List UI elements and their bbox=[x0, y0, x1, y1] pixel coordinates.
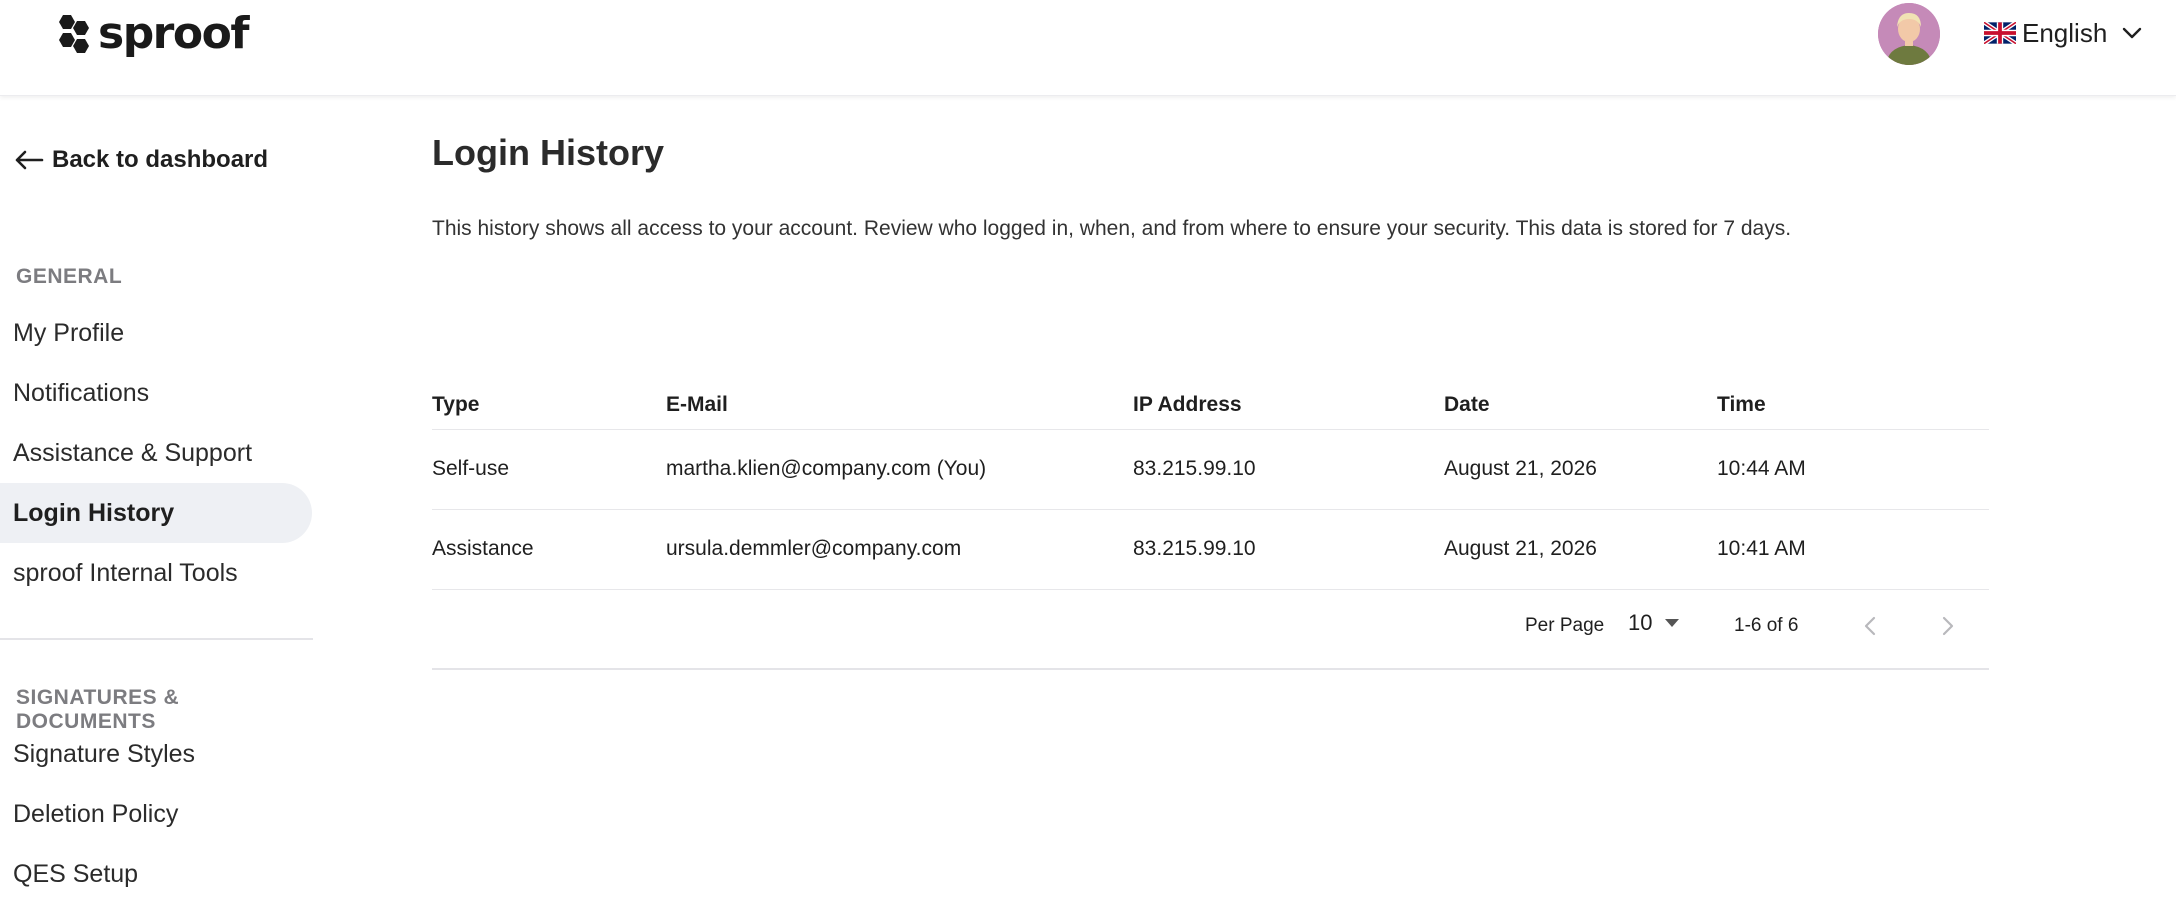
sidebar-item-deletion-policy[interactable]: Deletion Policy bbox=[0, 784, 312, 844]
table-row: Self-use martha.klien@company.com (You) … bbox=[432, 430, 1989, 510]
section-heading-general: GENERAL bbox=[16, 265, 123, 288]
login-history-table: Type E-Mail IP Address Date Time Self-us… bbox=[432, 376, 1989, 670]
user-avatar[interactable] bbox=[1878, 3, 1940, 65]
avatar-portrait-icon bbox=[1878, 3, 1940, 65]
sidebar-item-notifications[interactable]: Notifications bbox=[0, 363, 312, 423]
table-pagination: Per Page 10 1-6 of 6 bbox=[432, 590, 1989, 670]
page-description: This history shows all access to your ac… bbox=[432, 217, 1792, 240]
sidebar-item-assistance-support[interactable]: Assistance & Support bbox=[0, 423, 312, 483]
column-header-type[interactable]: Type bbox=[432, 393, 479, 417]
sidebar-item-signature-styles[interactable]: Signature Styles bbox=[0, 724, 312, 784]
back-to-dashboard-link[interactable]: Back to dashboard bbox=[14, 146, 268, 174]
cell-ip-address: 83.215.99.10 bbox=[1133, 457, 1256, 480]
per-page-value: 10 bbox=[1628, 610, 1653, 635]
cell-date: August 21, 2026 bbox=[1444, 537, 1597, 560]
sidebar-item-qes-setup[interactable]: QES Setup bbox=[0, 844, 312, 904]
caret-down-icon bbox=[1665, 619, 1680, 627]
cell-email: martha.klien@company.com (You) bbox=[666, 457, 987, 480]
column-header-ip-address[interactable]: IP Address bbox=[1133, 393, 1242, 417]
previous-page-button[interactable] bbox=[1852, 608, 1888, 644]
sproof-logo-mark-icon bbox=[59, 15, 89, 53]
top-bar: sproof English bbox=[0, 0, 2176, 96]
language-selector[interactable]: English bbox=[1984, 14, 2143, 52]
cell-email: ursula.demmler@company.com bbox=[666, 537, 962, 560]
table-header: Type E-Mail IP Address Date Time bbox=[432, 376, 1989, 430]
arrow-left-icon bbox=[15, 150, 44, 170]
uk-flag-icon bbox=[1984, 22, 2016, 44]
sidebar-item-sproof-internal-tools[interactable]: sproof Internal Tools bbox=[0, 543, 312, 603]
column-header-date[interactable]: Date bbox=[1444, 393, 1490, 417]
cell-ip-address: 83.215.99.10 bbox=[1133, 537, 1256, 560]
sidebar-divider bbox=[0, 638, 313, 640]
chevron-down-icon bbox=[2123, 27, 2142, 39]
cell-time: 10:41 AM bbox=[1717, 537, 1806, 560]
brand-name: sproof bbox=[98, 8, 249, 59]
cell-date: August 21, 2026 bbox=[1444, 457, 1597, 480]
cell-time: 10:44 AM bbox=[1717, 457, 1806, 480]
sidebar-item-my-profile[interactable]: My Profile bbox=[0, 303, 312, 363]
page-range-label: 1-6 of 6 bbox=[1734, 615, 1799, 636]
column-header-time[interactable]: Time bbox=[1717, 393, 1766, 417]
settings-sidebar: Back to dashboard GENERAL My Profile Not… bbox=[0, 96, 314, 922]
per-page-select[interactable]: 10 bbox=[1628, 610, 1680, 636]
table-row: Assistance ursula.demmler@company.com 83… bbox=[432, 510, 1989, 590]
chevron-right-icon bbox=[1942, 616, 1954, 636]
sidebar-item-login-history[interactable]: Login History bbox=[0, 483, 312, 543]
cell-type: Self-use bbox=[432, 457, 510, 480]
per-page-label: Per Page bbox=[1525, 615, 1605, 636]
cell-type: Assistance bbox=[432, 537, 534, 560]
page-title: Login History bbox=[432, 132, 664, 173]
back-label: Back to dashboard bbox=[52, 146, 269, 173]
column-header-email[interactable]: E-Mail bbox=[666, 393, 728, 417]
chevron-left-icon bbox=[1864, 616, 1876, 636]
language-label: English bbox=[2022, 17, 2108, 48]
next-page-button[interactable] bbox=[1930, 608, 1966, 644]
sproof-logo[interactable]: sproof bbox=[50, 6, 249, 62]
